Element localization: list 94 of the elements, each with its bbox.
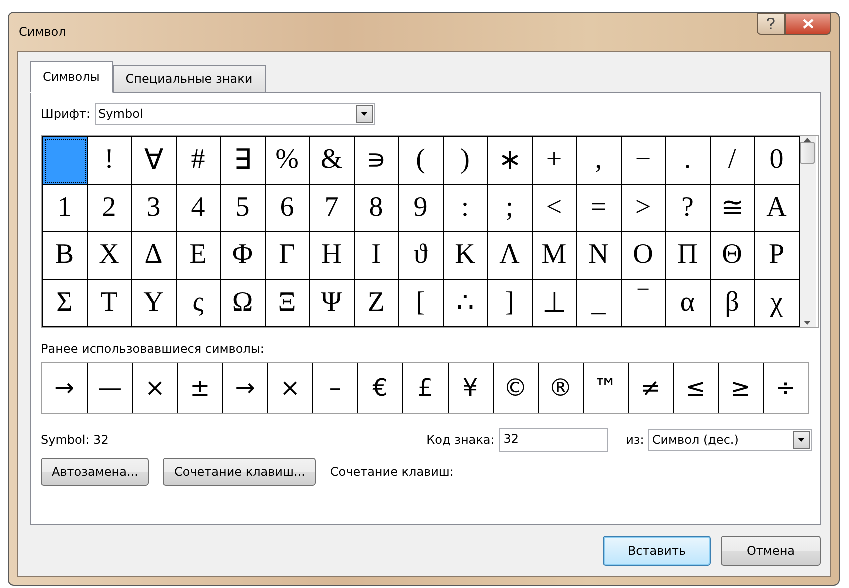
- symbol-cell[interactable]: &: [310, 137, 354, 184]
- char-code-field[interactable]: 32: [498, 428, 608, 452]
- symbol-cell[interactable]: Ω: [221, 280, 266, 327]
- symbol-cell[interactable]: ,: [577, 137, 622, 184]
- symbol-cell[interactable]: 3: [132, 184, 176, 232]
- symbol-cell[interactable]: ): [444, 137, 488, 184]
- symbol-cell[interactable]: ;: [488, 184, 532, 232]
- close-button[interactable]: [785, 13, 831, 35]
- symbol-cell[interactable]: Θ: [710, 232, 755, 280]
- symbol-cell[interactable]: Σ: [43, 280, 88, 327]
- font-label: Шрифт:: [41, 107, 91, 121]
- symbol-cell[interactable]: 4: [176, 184, 221, 232]
- symbol-cell[interactable]: >: [622, 184, 666, 232]
- symbol-cell[interactable]: Ν: [577, 232, 622, 280]
- symbol-cell[interactable]: =: [577, 184, 622, 232]
- symbol-cell[interactable]: Φ: [221, 232, 266, 280]
- tab[interactable]: Символы: [30, 61, 113, 93]
- scrollbar-thumb[interactable]: [800, 142, 815, 164]
- close-icon: [802, 19, 814, 29]
- symbol-cell[interactable]: ∍: [354, 137, 399, 184]
- symbol-cell[interactable]: ∀: [132, 137, 176, 184]
- symbol-cell[interactable]: ∃: [221, 137, 266, 184]
- symbol-cell[interactable]: Δ: [132, 232, 176, 280]
- insert-button[interactable]: Вставить: [603, 536, 711, 566]
- symbol-cell[interactable]: 0: [755, 137, 800, 184]
- symbol-cell[interactable]: Ξ: [266, 280, 310, 327]
- symbol-cell[interactable]: ]: [488, 280, 532, 327]
- symbol-cell[interactable]: [43, 137, 88, 184]
- symbol-cell[interactable]: Ο: [622, 232, 666, 280]
- symbol-cell[interactable]: Υ: [132, 280, 176, 327]
- symbol-cell[interactable]: ς: [176, 280, 221, 327]
- caret-icon: [360, 112, 368, 116]
- symbol-cell[interactable]: 2: [88, 184, 132, 232]
- symbol-cell[interactable]: 6: [266, 184, 310, 232]
- symbol-cell[interactable]: Ρ: [755, 232, 800, 280]
- symbol-cell[interactable]: 7: [310, 184, 354, 232]
- symbol-cell[interactable]: Ε: [176, 232, 221, 280]
- symbol-cell[interactable]: ⊥: [532, 280, 577, 327]
- symbol-cell[interactable]: Κ: [444, 232, 488, 280]
- symbol-cell[interactable]: #: [176, 137, 221, 184]
- symbol-cell[interactable]: Ι: [354, 232, 399, 280]
- symbol-cell[interactable]: ∴: [444, 280, 488, 327]
- symbol-cell[interactable]: ‾: [622, 280, 666, 327]
- symbol-cell[interactable]: Ψ: [310, 280, 354, 327]
- symbol-cell[interactable]: Τ: [88, 280, 132, 327]
- symbol-cell[interactable]: ≅: [710, 184, 755, 232]
- symbol-cell[interactable]: χ: [755, 280, 800, 327]
- symbol-cell[interactable]: Α: [755, 184, 800, 232]
- symbol-cell[interactable]: 5: [221, 184, 266, 232]
- symbol-cell[interactable]: .: [666, 137, 710, 184]
- shortcut-key-label: Сочетание клавиш:: [330, 465, 454, 479]
- symbol-cell[interactable]: ϑ: [399, 232, 444, 280]
- scrollbar[interactable]: [800, 136, 816, 327]
- symbol-cell[interactable]: Γ: [266, 232, 310, 280]
- symbol-cell[interactable]: Π: [666, 232, 710, 280]
- symbol-cell[interactable]: 1: [43, 184, 88, 232]
- symbol-cell[interactable]: α: [666, 280, 710, 327]
- symbol-cell[interactable]: Λ: [488, 232, 532, 280]
- window-title: Символ: [19, 25, 66, 39]
- help-icon: [767, 18, 775, 30]
- encoding-dropdown[interactable]: Символ (дес.): [648, 429, 812, 451]
- symbol-cell[interactable]: −: [622, 137, 666, 184]
- symbol-cell[interactable]: 8: [354, 184, 399, 232]
- cancel-button[interactable]: Отмена: [721, 536, 821, 566]
- symbol-cell[interactable]: ∗: [488, 137, 532, 184]
- symbol-cell[interactable]: Η: [310, 232, 354, 280]
- help-button[interactable]: [757, 13, 785, 35]
- symbol-cell[interactable]: _: [577, 280, 622, 327]
- tab[interactable]: Специальные знаки: [112, 65, 266, 93]
- symbol-cell[interactable]: <: [532, 184, 577, 232]
- symbol-cell[interactable]: Μ: [532, 232, 577, 280]
- symbol-cell[interactable]: !: [88, 137, 132, 184]
- symbol-cell[interactable]: [: [399, 280, 444, 327]
- caret-icon: [798, 438, 805, 442]
- shortcut-key-button[interactable]: Сочетание клавиш...: [163, 458, 316, 486]
- symbol-cell[interactable]: %: [266, 137, 310, 184]
- symbol-cell[interactable]: 9: [399, 184, 444, 232]
- symbol-name: Symbol: 32: [41, 433, 110, 447]
- recent-symbol[interactable]: →: [42, 363, 88, 413]
- symbol-cell[interactable]: Β: [43, 232, 88, 280]
- symbol-cell[interactable]: β: [710, 280, 755, 327]
- from-label: из:: [626, 433, 644, 447]
- scroll-down-icon[interactable]: [804, 321, 811, 325]
- symbol-cell[interactable]: Χ: [88, 232, 132, 280]
- symbol-cell[interactable]: /: [710, 137, 755, 184]
- font-dropdown[interactable]: Symbol: [94, 103, 375, 125]
- recent-symbols-label: Ранее использовавшиеся символы:: [41, 342, 266, 356]
- symbol-cell[interactable]: :: [444, 184, 488, 232]
- autocorrect-button[interactable]: Автозамена...: [41, 458, 150, 486]
- symbol-cell[interactable]: ?: [666, 184, 710, 232]
- symbol-cell[interactable]: (: [399, 137, 444, 184]
- symbol-cell[interactable]: +: [532, 137, 577, 184]
- symbol-cell[interactable]: Ζ: [354, 280, 399, 327]
- char-code-label: Код знака:: [426, 433, 495, 447]
